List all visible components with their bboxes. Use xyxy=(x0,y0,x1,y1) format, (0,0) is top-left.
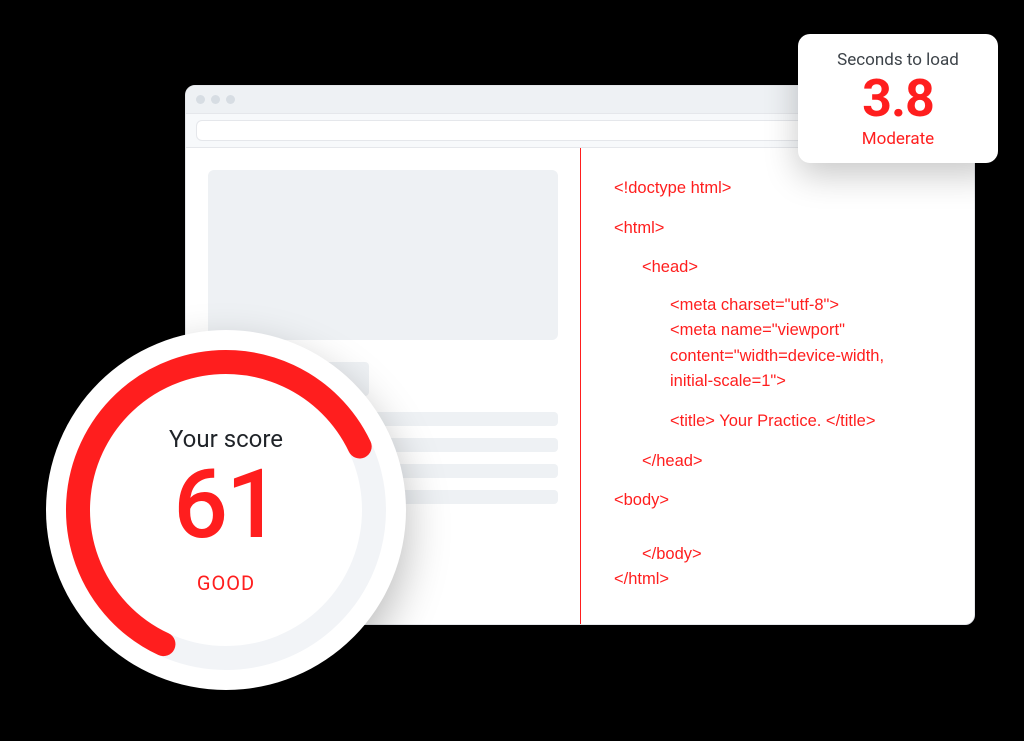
window-dot-icon xyxy=(196,95,205,104)
load-time-label: Seconds to load xyxy=(808,50,988,70)
code-line: </body> xyxy=(614,542,944,568)
code-line: <!doctype html> xyxy=(614,176,944,202)
load-time-card: Seconds to load 3.8 Moderate xyxy=(798,34,998,163)
code-line: <body> xyxy=(614,488,944,514)
stage: <!doctype html> <html> <head> <meta char… xyxy=(0,0,1024,741)
placeholder-hero xyxy=(208,170,558,340)
code-line: <head> xyxy=(614,255,944,281)
code-line: </head> xyxy=(614,449,944,475)
load-time-value: 3.8 xyxy=(808,72,988,127)
code-line: <html> xyxy=(614,216,944,242)
score-gauge: Your score 61 GOOD xyxy=(46,330,406,690)
code-line: <title> Your Practice. </title> xyxy=(614,409,944,435)
code-line: <meta charset="utf-8"> xyxy=(614,293,944,319)
score-circle: Your score 61 GOOD xyxy=(46,330,406,690)
code-pane: <!doctype html> <html> <head> <meta char… xyxy=(580,148,974,624)
score-value: 61 xyxy=(173,457,278,553)
score-rating: GOOD xyxy=(197,571,255,595)
window-dot-icon xyxy=(211,95,220,104)
load-time-rating: Moderate xyxy=(808,129,988,149)
code-line: initial-scale=1"> xyxy=(614,369,944,395)
window-dot-icon xyxy=(226,95,235,104)
code-line: content="width=device-width, xyxy=(614,344,944,370)
code-line: <meta name="viewport" xyxy=(614,318,944,344)
split-divider xyxy=(580,148,581,625)
code-line: </html> xyxy=(614,567,944,593)
